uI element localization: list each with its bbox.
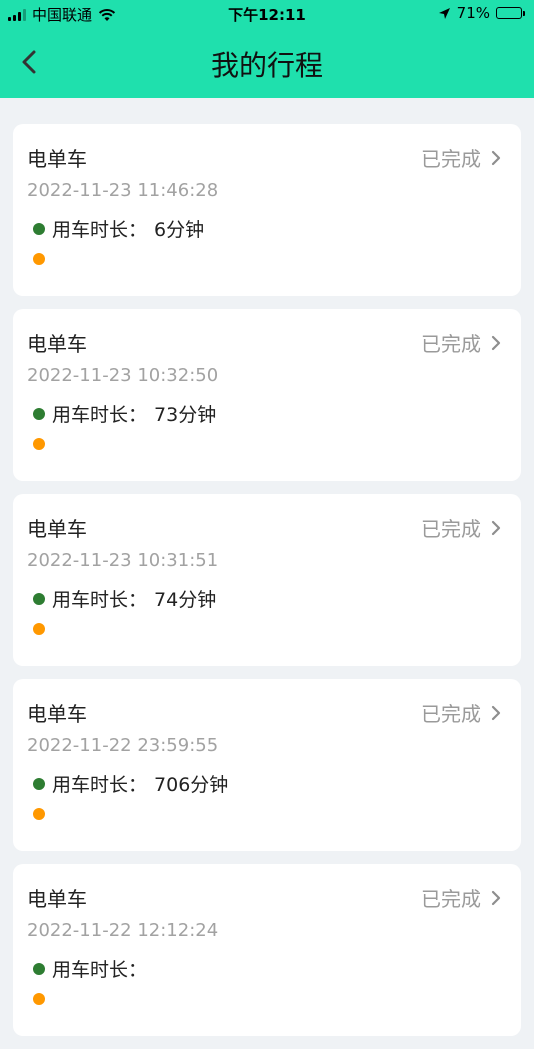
trip-time: 2022-11-23 11:46:28	[27, 180, 219, 201]
trip-duration: 用车时长： 706分钟	[33, 770, 228, 797]
end-dot	[33, 438, 45, 450]
start-dot	[33, 222, 45, 235]
battery-percent: 71%	[456, 4, 490, 22]
trip-status-label: 已完成	[421, 887, 481, 911]
trip-time: 2022-11-22 12:12:24	[27, 920, 219, 941]
header-bar: 中国联通 下午12:11 71% 我的行程	[0, 0, 534, 98]
trip-duration: 用车时长：	[33, 955, 154, 982]
trip-status[interactable]: 已完成	[421, 883, 501, 912]
trip-type: 电单车	[27, 887, 87, 911]
trip-type: 电单车	[27, 702, 87, 726]
battery-icon	[496, 7, 525, 19]
trip-status[interactable]: 已完成	[421, 698, 501, 727]
trip-status[interactable]: 已完成	[421, 328, 501, 357]
start-dot	[33, 407, 45, 420]
duration-value: 6分钟	[154, 219, 205, 241]
end-dot	[33, 993, 45, 1005]
end-dot	[33, 253, 45, 265]
trip-status[interactable]: 已完成	[421, 143, 501, 172]
trip-duration: 用车时长： 6分钟	[33, 215, 204, 242]
duration-value: 74分钟	[154, 589, 217, 611]
trip-time: 2022-11-23 10:32:50	[27, 365, 219, 386]
status-bar: 中国联通 下午12:11 71%	[0, 0, 534, 28]
duration-value: 73分钟	[154, 404, 217, 426]
duration-label: 用车时长：	[52, 219, 148, 241]
trip-duration: 用车时长： 74分钟	[33, 585, 216, 612]
trip-card[interactable]: 电单车 已完成 2022-11-22 23:59:55 用车时长： 706分钟	[13, 679, 521, 851]
duration-label: 用车时长：	[52, 589, 148, 611]
trip-card[interactable]: 电单车 已完成 2022-11-23 10:32:50 用车时长： 73分钟	[13, 309, 521, 481]
duration-value: 706分钟	[154, 774, 229, 796]
trip-card[interactable]: 电单车 已完成 2022-11-23 10:31:51 用车时长： 74分钟	[13, 494, 521, 666]
chevron-right-icon	[491, 520, 501, 535]
location-arrow-icon	[438, 7, 450, 19]
page-title: 我的行程	[210, 49, 323, 82]
trip-status[interactable]: 已完成	[421, 513, 501, 542]
trip-time: 2022-11-22 23:59:55	[27, 735, 219, 756]
start-dot	[33, 777, 45, 790]
trip-status-label: 已完成	[421, 517, 481, 541]
duration-label: 用车时长：	[52, 959, 148, 981]
status-right: 71%	[438, 4, 525, 22]
duration-label: 用车时长：	[52, 774, 148, 796]
start-dot	[33, 962, 45, 975]
end-dot	[33, 808, 45, 820]
trip-type: 电单车	[27, 147, 87, 171]
chevron-right-icon	[491, 150, 501, 165]
chevron-right-icon	[491, 890, 501, 905]
trip-type: 电单车	[27, 332, 87, 356]
chevron-right-icon	[491, 705, 501, 720]
trip-status-label: 已完成	[421, 702, 481, 726]
trip-status-label: 已完成	[421, 147, 481, 171]
trip-card[interactable]: 电单车 已完成 2022-11-22 12:12:24 用车时长：	[13, 864, 521, 1036]
trip-list: 电单车 已完成 2022-11-23 11:46:28 用车时长： 6分钟 电单车…	[13, 124, 521, 1049]
trip-card[interactable]: 电单车 已完成 2022-11-23 11:46:28 用车时长： 6分钟	[13, 124, 521, 296]
start-dot	[33, 592, 45, 605]
trip-duration: 用车时长： 73分钟	[33, 400, 216, 427]
duration-label: 用车时长：	[52, 404, 148, 426]
chevron-right-icon	[491, 335, 501, 350]
trip-time: 2022-11-23 10:31:51	[27, 550, 219, 571]
trip-type: 电单车	[27, 517, 87, 541]
navbar: 我的行程	[0, 28, 534, 98]
end-dot	[33, 623, 45, 635]
trip-status-label: 已完成	[421, 332, 481, 356]
